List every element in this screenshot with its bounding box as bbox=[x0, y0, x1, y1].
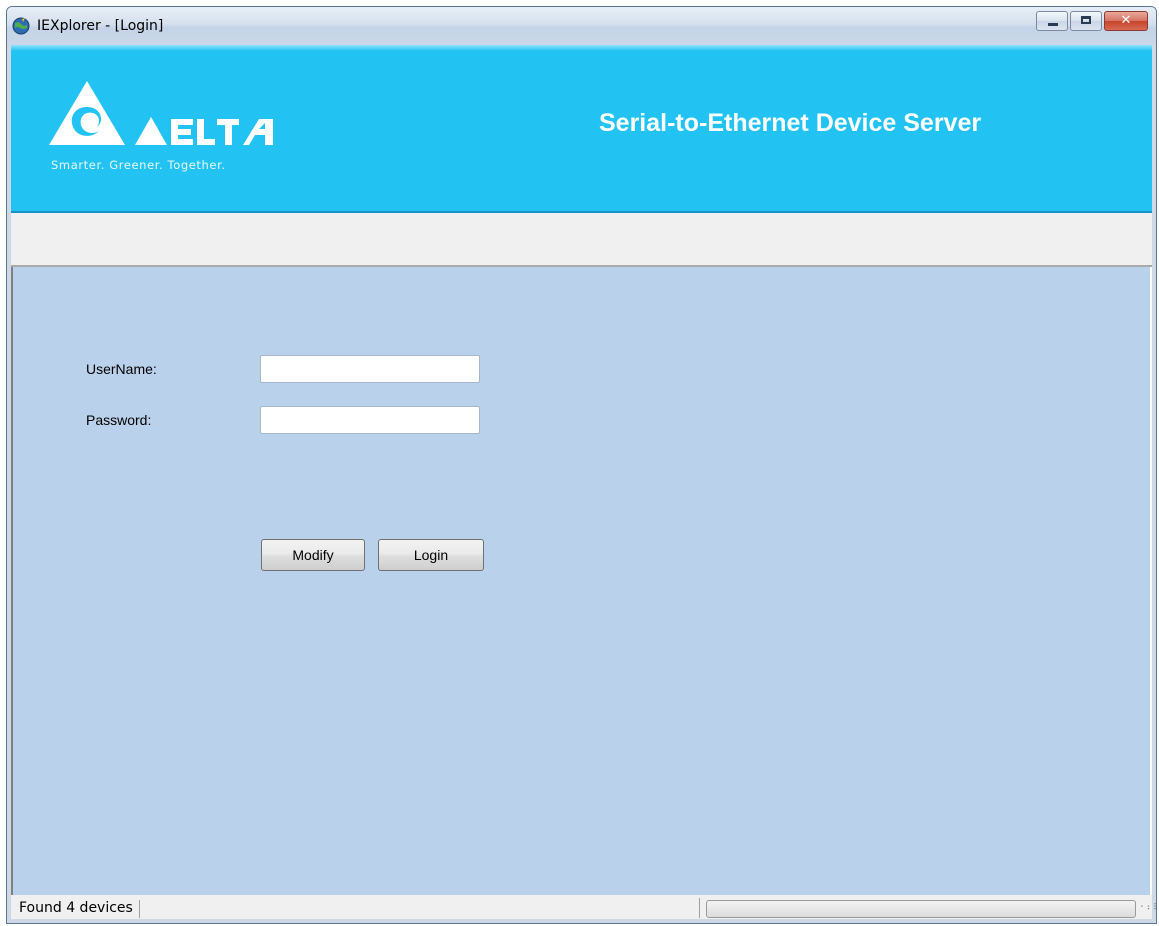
app-globe-icon bbox=[12, 17, 30, 35]
close-icon: ✕ bbox=[1120, 13, 1132, 28]
banner-sheen bbox=[11, 45, 1152, 51]
minimize-button[interactable] bbox=[1036, 11, 1068, 31]
progress-bar bbox=[706, 900, 1136, 918]
status-text: Found 4 devices bbox=[19, 900, 140, 918]
minimize-icon bbox=[1048, 23, 1058, 26]
modify-button[interactable]: Modify bbox=[261, 539, 365, 571]
header-banner: Smarter. Greener. Together. Serial-to-Et… bbox=[11, 45, 1152, 213]
window-title: IEXplorer - [Login] bbox=[37, 18, 164, 34]
toolbar-strip bbox=[11, 213, 1152, 267]
username-label: UserName: bbox=[86, 361, 157, 377]
login-panel: UserName: Password: Modify Login bbox=[11, 267, 1152, 895]
maximize-icon bbox=[1081, 16, 1091, 24]
client-area: Smarter. Greener. Together. Serial-to-Et… bbox=[11, 45, 1156, 919]
resize-grip-icon[interactable]: ⠂⠆⠇ bbox=[1140, 904, 1156, 916]
status-bar: Found 4 devices ⠂⠆⠇ bbox=[11, 895, 1156, 919]
delta-logo bbox=[49, 81, 273, 145]
username-input[interactable] bbox=[260, 355, 480, 383]
status-divider bbox=[699, 898, 700, 918]
password-input[interactable] bbox=[260, 406, 480, 434]
close-button[interactable]: ✕ bbox=[1104, 11, 1148, 31]
password-label: Password: bbox=[86, 412, 152, 428]
banner-title: Serial-to-Ethernet Device Server bbox=[599, 109, 982, 137]
logo-tagline: Smarter. Greener. Together. bbox=[51, 158, 226, 172]
login-button[interactable]: Login bbox=[378, 539, 484, 571]
app-window: IEXplorer - [Login] ✕ Smarter. Greener. … bbox=[6, 6, 1157, 924]
title-bar[interactable]: IEXplorer - [Login] ✕ bbox=[7, 7, 1156, 45]
maximize-button[interactable] bbox=[1070, 11, 1102, 31]
